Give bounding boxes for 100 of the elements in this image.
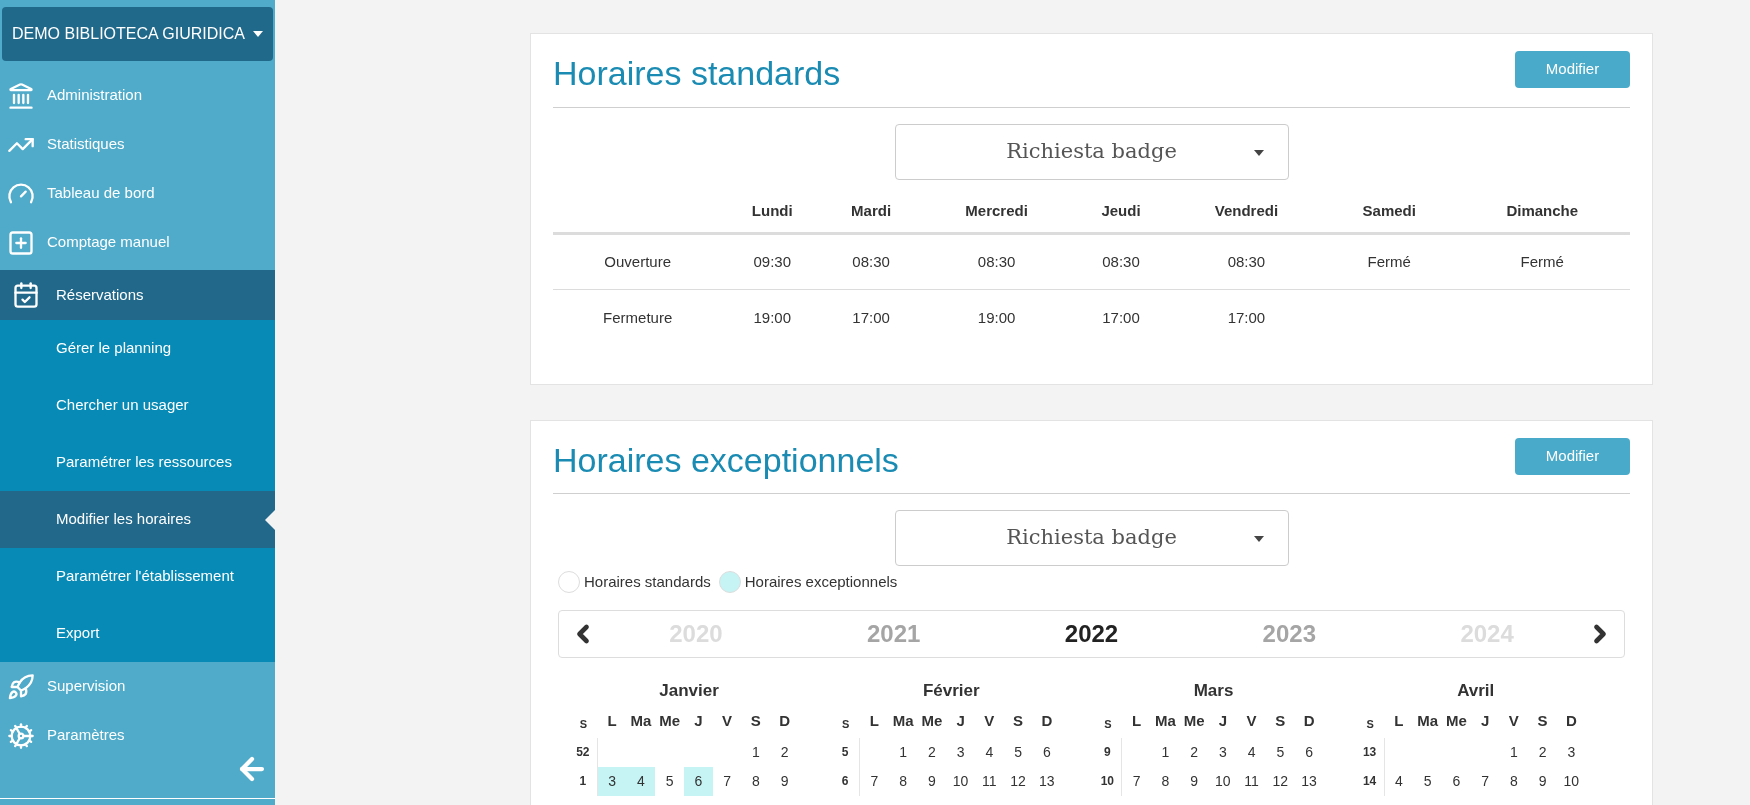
day-header: Mercredi bbox=[965, 201, 1028, 219]
weekday-header: Me bbox=[920, 711, 944, 731]
sidebar-label: Comptage manuel bbox=[47, 232, 170, 253]
calendar-day[interactable]: 11 bbox=[975, 767, 1004, 796]
calendar-day[interactable]: 9 bbox=[917, 767, 947, 796]
calendar-day[interactable]: 7 bbox=[1122, 767, 1151, 796]
calendar-day[interactable]: 9 bbox=[1528, 767, 1557, 796]
calendar-day[interactable]: 5 bbox=[1413, 767, 1442, 796]
month-title: Mars bbox=[1192, 679, 1235, 702]
weekday-header: S bbox=[1274, 711, 1287, 731]
sidebar-label: Supervision bbox=[47, 676, 126, 697]
submenu-label: Modifier les horaires bbox=[56, 509, 192, 530]
calendar-day[interactable]: 1 bbox=[741, 738, 771, 767]
week-number: 5 bbox=[831, 738, 860, 767]
calendar-day[interactable]: 4 bbox=[1384, 767, 1414, 796]
plus-square-icon bbox=[7, 228, 35, 257]
calendar-day[interactable]: 1 bbox=[1151, 738, 1180, 767]
resource-select[interactable]: Richiesta badge bbox=[894, 510, 1289, 566]
calendar-day[interactable]: 3 bbox=[1208, 738, 1238, 767]
time-cell: 08:30 bbox=[852, 252, 890, 270]
calendar-day[interactable]: 4 bbox=[1237, 738, 1266, 767]
sidebar-item[interactable]: Réservations bbox=[0, 270, 275, 320]
calendar-day[interactable]: 2 bbox=[770, 738, 799, 767]
day-header: Jeudi bbox=[1101, 201, 1141, 219]
time-cell: Fermé bbox=[1520, 252, 1564, 270]
calendar-check-icon bbox=[12, 281, 40, 309]
weekday-header: V bbox=[1245, 711, 1258, 731]
calendar-day[interactable]: 6 bbox=[684, 767, 713, 796]
weekday-header: V bbox=[1507, 711, 1520, 731]
weekday-header: V bbox=[721, 711, 734, 731]
calendar-day[interactable]: 12 bbox=[1003, 767, 1033, 796]
calendar-day[interactable]: 5 bbox=[1266, 738, 1295, 767]
calendar-day[interactable]: 3 bbox=[1557, 738, 1586, 767]
time-cell: 08:30 bbox=[1227, 252, 1266, 270]
calendar-day[interactable]: 11 bbox=[1237, 767, 1266, 796]
sidebar-label: Paramètres bbox=[47, 725, 125, 746]
calendar-day[interactable]: 9 bbox=[1179, 767, 1209, 796]
time-cell: 08:30 bbox=[1102, 252, 1140, 270]
weekday-header: Me bbox=[1182, 711, 1206, 731]
calendar-day[interactable]: 7 bbox=[712, 767, 742, 796]
time-cell: 19:00 bbox=[977, 308, 1016, 326]
calendar-day[interactable]: 10 bbox=[1208, 767, 1238, 796]
calendar-day[interactable]: 4 bbox=[626, 767, 656, 796]
calendar-day[interactable]: 12 bbox=[1266, 767, 1295, 796]
time-cell: 19:00 bbox=[753, 308, 791, 326]
calendar-day[interactable]: 6 bbox=[1294, 738, 1324, 767]
calendar-day[interactable]: 4 bbox=[975, 738, 1004, 767]
library-dropdown[interactable]: DEMO BIBLIOTECA GIURIDICA bbox=[2, 7, 273, 61]
weekday-header: D bbox=[1564, 711, 1578, 731]
weekday-header: Ma bbox=[891, 711, 915, 731]
time-cell: 08:30 bbox=[977, 252, 1016, 270]
calendar-day[interactable]: 6 bbox=[1442, 767, 1471, 796]
bank-icon bbox=[7, 81, 35, 110]
calendar-day[interactable]: 5 bbox=[1003, 738, 1033, 767]
day-header: Vendredi bbox=[1214, 201, 1279, 219]
calendar-day[interactable]: 8 bbox=[1499, 767, 1529, 796]
week-number: 6 bbox=[831, 767, 860, 796]
time-cell: 17:00 bbox=[852, 308, 890, 326]
calendar-day[interactable]: 2 bbox=[1528, 738, 1557, 767]
submenu-item[interactable]: Export bbox=[0, 605, 275, 662]
calendar-day[interactable]: 3 bbox=[597, 767, 627, 796]
weekday-header: S bbox=[578, 717, 589, 732]
calendar-day[interactable]: 7 bbox=[1470, 767, 1500, 796]
calendar-day[interactable]: 8 bbox=[1151, 767, 1180, 796]
weekday-header: D bbox=[1302, 711, 1316, 731]
legend-label: Horaires standards bbox=[584, 572, 711, 592]
submenu-item[interactable]: Gérer le planning bbox=[0, 320, 275, 377]
submenu-item[interactable]: Paramétrer les ressources bbox=[0, 434, 275, 491]
week-number: 13 bbox=[1355, 738, 1385, 767]
calendar-day[interactable]: 1 bbox=[888, 738, 918, 767]
calendar-day[interactable]: 1 bbox=[1499, 738, 1529, 767]
submenu-label: Chercher un usager bbox=[56, 395, 189, 416]
calendar-day[interactable]: 9 bbox=[770, 767, 799, 796]
weekday-header: Ma bbox=[1416, 711, 1440, 731]
resource-select[interactable]: Richiesta badge bbox=[894, 123, 1289, 180]
time-cell: 09:30 bbox=[753, 252, 791, 270]
submenu-item[interactable]: Modifier les horaires bbox=[0, 491, 275, 548]
submenu-label: Paramétrer l'établissement bbox=[56, 566, 234, 587]
section-title: Horaires standards bbox=[553, 53, 841, 94]
calendar-day[interactable]: 8 bbox=[888, 767, 918, 796]
submenu-label: Export bbox=[56, 623, 100, 644]
rocket-icon bbox=[7, 672, 35, 701]
day-header: Mardi bbox=[851, 201, 892, 219]
calendar-day[interactable]: 10 bbox=[946, 767, 975, 796]
submenu-item[interactable]: Chercher un usager bbox=[0, 377, 275, 434]
calendar-day[interactable]: 13 bbox=[1032, 767, 1062, 796]
year-tab[interactable]: 2022 bbox=[1064, 615, 1119, 652]
calendar-day[interactable]: 2 bbox=[917, 738, 947, 767]
submenu-label: Paramétrer les ressources bbox=[56, 452, 232, 473]
submenu-item[interactable]: Paramétrer l'établissement bbox=[0, 548, 275, 605]
calendar-day[interactable]: 3 bbox=[946, 738, 975, 767]
calendar-day[interactable]: 13 bbox=[1294, 767, 1324, 796]
weekday-header: L bbox=[1131, 711, 1143, 731]
calendar-day[interactable]: 5 bbox=[655, 767, 684, 796]
calendar-day[interactable]: 6 bbox=[1032, 738, 1062, 767]
calendar-day[interactable]: 8 bbox=[741, 767, 771, 796]
calendar-day[interactable]: 7 bbox=[860, 767, 889, 796]
calendar-day[interactable]: 10 bbox=[1557, 767, 1586, 796]
calendar-day[interactable]: 2 bbox=[1179, 738, 1209, 767]
sidebar-label: Réservations bbox=[56, 284, 144, 305]
